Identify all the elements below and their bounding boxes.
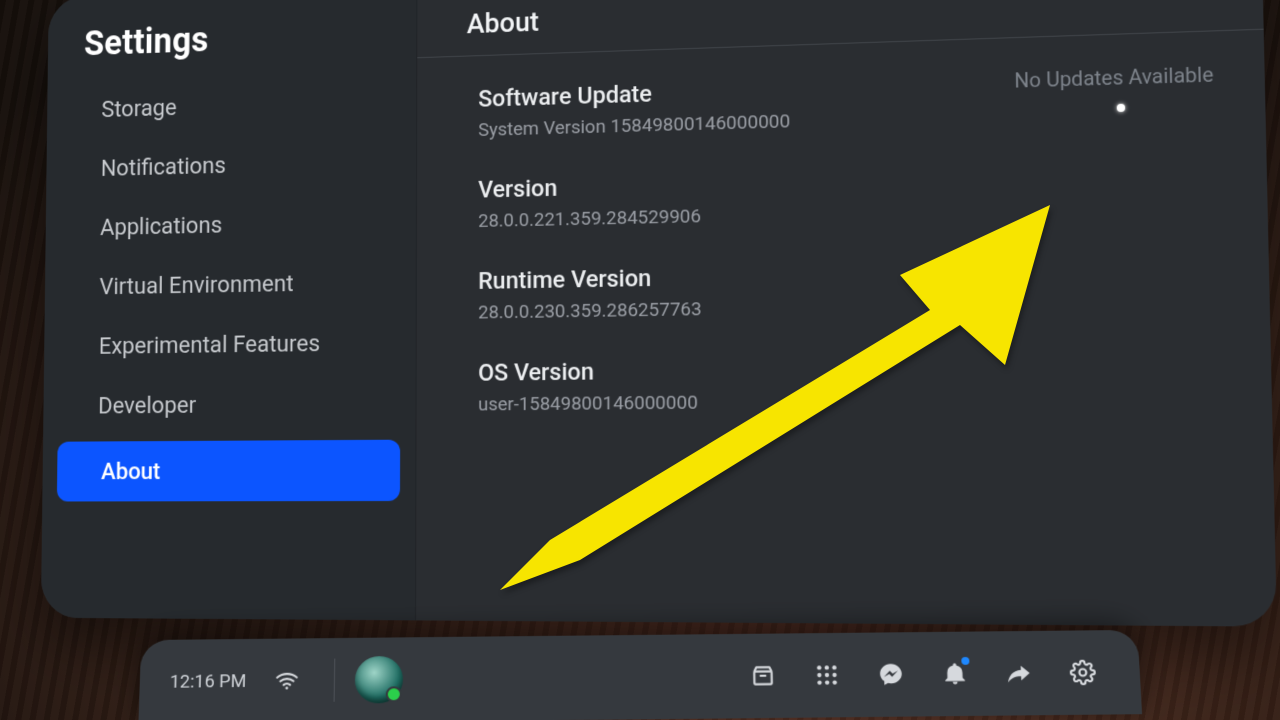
- sidebar-item-applications[interactable]: Applications: [45, 190, 416, 258]
- sidebar-item-about[interactable]: About: [57, 440, 400, 502]
- profile-avatar[interactable]: [355, 656, 404, 704]
- about-page: About Software Update System Version 158…: [416, 0, 1277, 627]
- settings-sidebar: Settings Storage Notifications Applicati…: [41, 0, 418, 620]
- row-sub: 28.0.0.230.359.286257763: [478, 289, 1218, 323]
- row-os-version: OS Version user-15849800146000000: [463, 319, 1221, 421]
- share-icon[interactable]: [991, 646, 1047, 699]
- row-label: OS Version: [478, 350, 1220, 386]
- store-icon[interactable]: [735, 649, 790, 703]
- sidebar-item-virtual-environment[interactable]: Virtual Environment: [45, 251, 416, 317]
- wifi-icon[interactable]: [260, 654, 315, 708]
- row-software-update[interactable]: Software Update System Version 158498001…: [463, 31, 1215, 147]
- notifications-icon[interactable]: [927, 647, 983, 700]
- row-label: Version: [478, 158, 1216, 204]
- sidebar-item-storage[interactable]: Storage: [47, 70, 416, 141]
- system-dock: 12:16 PM: [138, 630, 1142, 720]
- update-status-button[interactable]: No Updates Available: [1014, 62, 1213, 93]
- row-label: Runtime Version: [478, 254, 1218, 295]
- messenger-icon[interactable]: [863, 648, 919, 702]
- row-sub: user-15849800146000000: [478, 386, 1220, 416]
- settings-gear-icon[interactable]: [1055, 646, 1112, 699]
- sidebar-item-developer[interactable]: Developer: [43, 372, 415, 436]
- row-runtime-version: Runtime Version 28.0.0.230.359.286257763: [463, 223, 1219, 330]
- row-version: Version 28.0.0.221.359.284529906: [463, 127, 1217, 238]
- settings-panel: Settings Storage Notifications Applicati…: [41, 0, 1277, 627]
- row-label: Software Update: [478, 62, 1213, 112]
- apps-grid-icon[interactable]: [799, 648, 854, 702]
- sidebar-item-experimental-features[interactable]: Experimental Features: [44, 312, 416, 377]
- settings-title: Settings: [48, 6, 417, 82]
- clock: 12:16 PM: [170, 671, 247, 692]
- notification-dot: [961, 657, 969, 665]
- dock-divider: [334, 659, 336, 702]
- sidebar-item-notifications[interactable]: Notifications: [46, 130, 416, 199]
- page-title: About: [463, 0, 1212, 50]
- cursor-dot: [1117, 104, 1126, 112]
